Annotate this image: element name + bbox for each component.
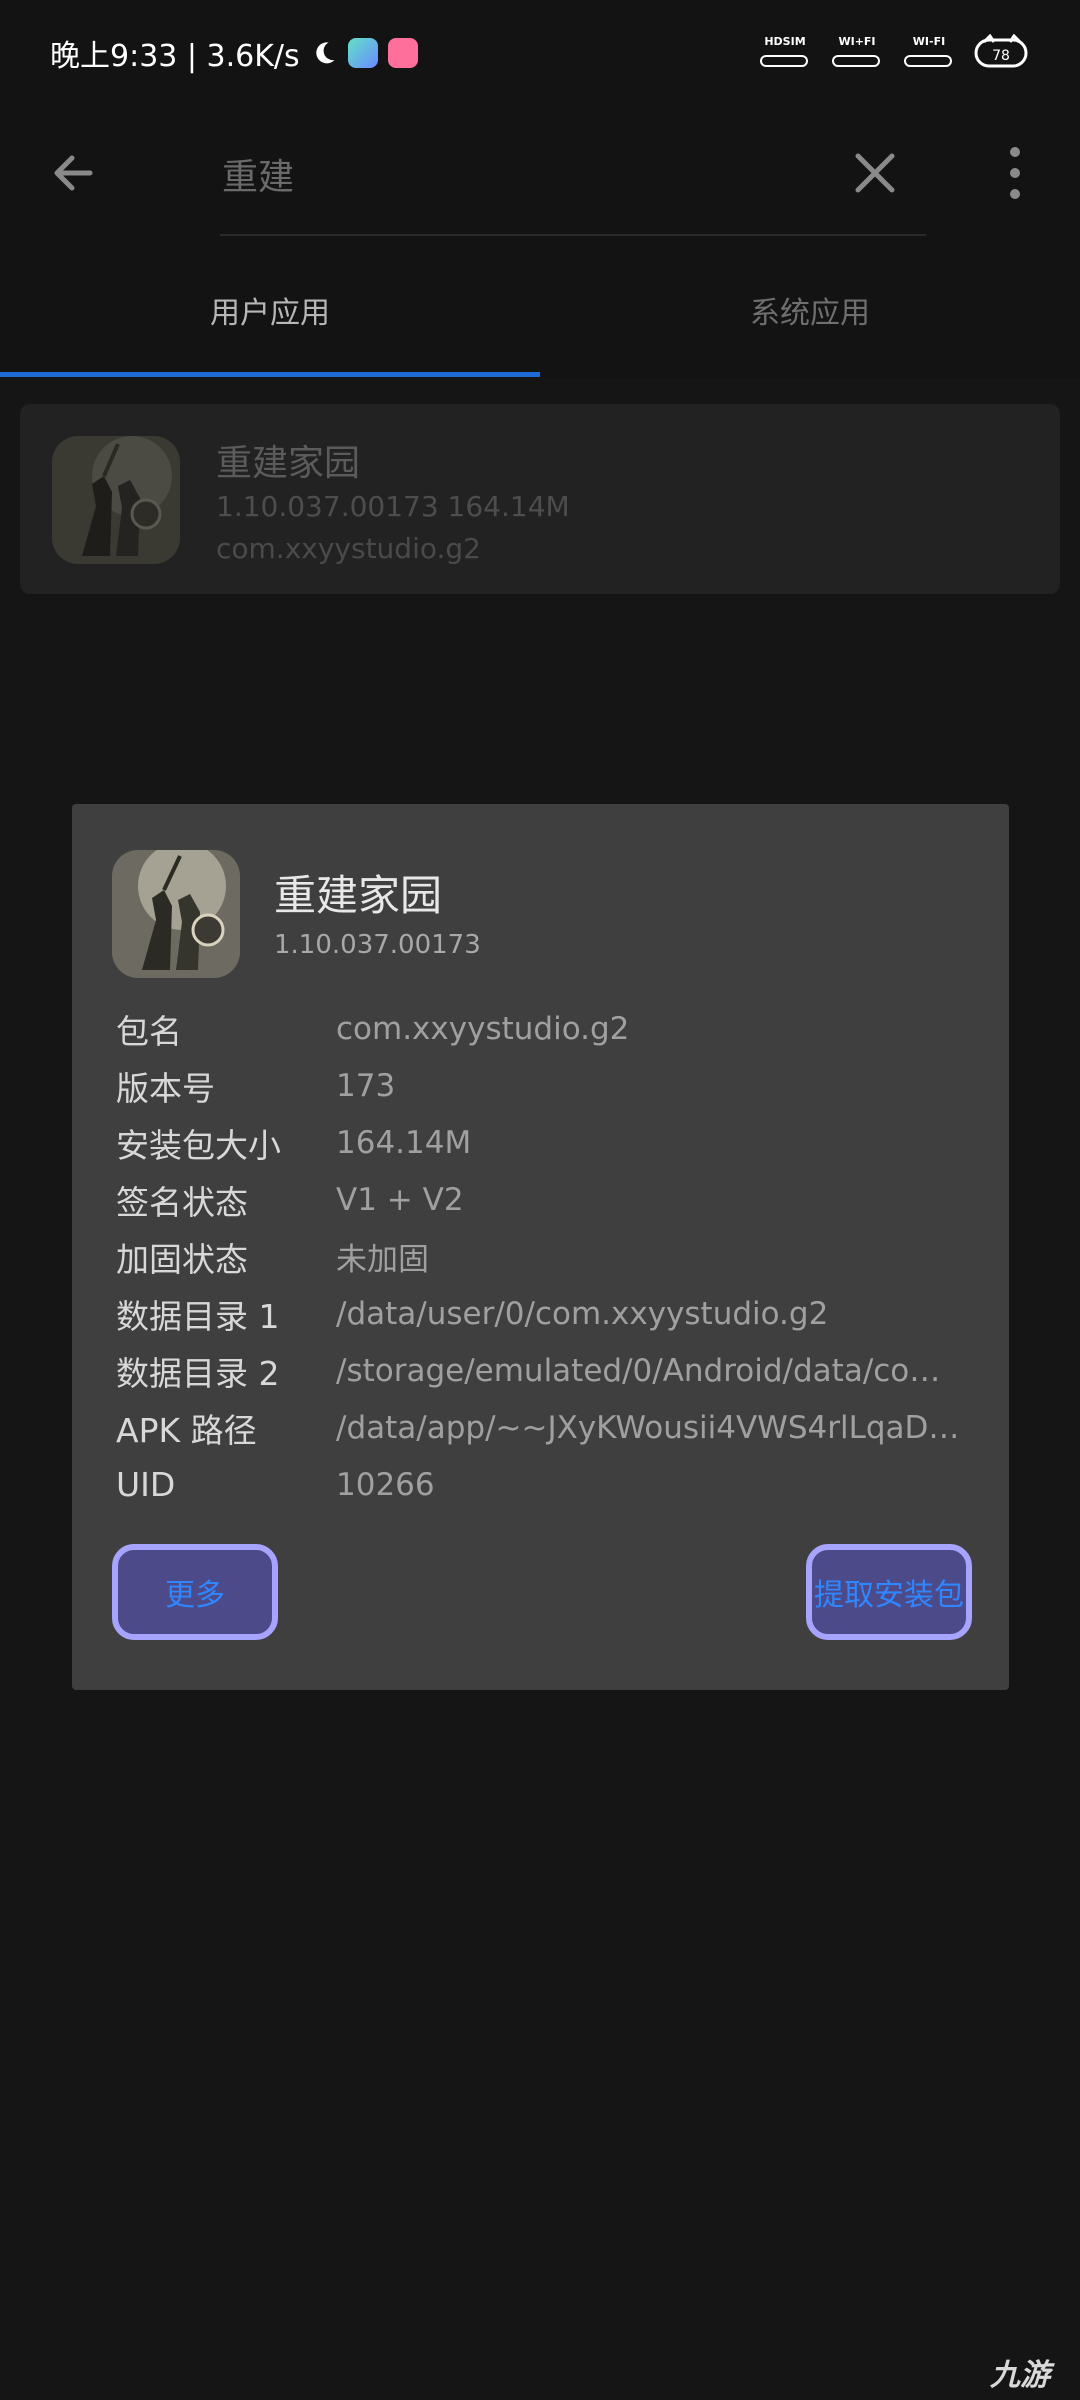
tab-user-apps[interactable]: 用户应用 [0, 250, 540, 370]
close-icon[interactable] [840, 138, 910, 208]
info-rows: 包名 com.xxyystudio.g2 版本号 173 安装包大小 164.1… [116, 1000, 976, 1513]
row-value: 173 [336, 1067, 396, 1104]
app-package: com.xxyystudio.g2 [216, 532, 481, 565]
status-right: HDSIM WI+FI WI-FI 78 [758, 33, 1030, 70]
app-info-dialog: 重建家园 1.10.037.00173 包名 com.xxyystudio.g2… [72, 804, 1009, 1690]
watermark-logo: 九游 [990, 2358, 1050, 2393]
row-label: 数据目录 2 [116, 1353, 280, 1393]
dialog-app-icon [112, 850, 240, 978]
info-row-package: 包名 com.xxyystudio.g2 [116, 1000, 976, 1057]
status-left: 晚上9:33 | 3.6K/s [50, 28, 418, 78]
info-row-apk-path: APK 路径 /data/app/~~JXyKWousii4VWS4rlLqaD… [116, 1399, 976, 1456]
tab-system-apps[interactable]: 系统应用 [540, 250, 1080, 370]
row-label: 包名 [116, 1011, 182, 1051]
row-value: /data/user/0/com.xxyystudio.g2 [336, 1295, 829, 1332]
search-input[interactable] [220, 138, 924, 210]
back-arrow-icon[interactable] [40, 138, 110, 208]
row-label: APK 路径 [116, 1410, 257, 1450]
app-tabs: 用户应用 系统应用 [0, 250, 1080, 377]
row-label: 加固状态 [116, 1239, 248, 1279]
info-row-signature: 签名状态 V1 + V2 [116, 1171, 976, 1228]
extract-apk-button[interactable]: 提取安装包 [806, 1544, 972, 1640]
app-list-item[interactable]: 重建家园 1.10.037.00173 164.14M com.xxyystud… [20, 404, 1060, 594]
row-value: 未加固 [336, 1242, 429, 1278]
info-row-apk-size: 安装包大小 164.14M [116, 1114, 976, 1171]
info-row-uid: UID 10266 [116, 1456, 976, 1513]
moon-icon [315, 42, 335, 64]
row-label: 签名状态 [116, 1182, 248, 1222]
info-row-data-dir-2: 数据目录 2 /storage/emulated/0/Android/data/… [116, 1342, 976, 1399]
info-row-data-dir-1: 数据目录 1 /data/user/0/com.xxyystudio.g2 [116, 1285, 976, 1342]
row-label: UID [116, 1465, 176, 1504]
top-toolbar [0, 108, 1080, 238]
more-button[interactable]: 更多 [112, 1544, 278, 1640]
row-value: 164.14M [336, 1124, 472, 1161]
row-value: V1 + V2 [336, 1181, 464, 1218]
sim-signal-icon: HDSIM [758, 35, 812, 69]
notification-app-icon-2 [387, 38, 418, 68]
row-value: /data/app/~~JXyKWousii4VWS4rlLqaDw== [336, 1409, 966, 1446]
row-label: 安装包大小 [116, 1125, 281, 1165]
app-version-size: 1.10.037.00173 164.14M [216, 490, 570, 523]
app-name: 重建家园 [216, 443, 361, 484]
dialog-version: 1.10.037.00173 [274, 930, 481, 960]
row-label: 版本号 [116, 1068, 215, 1108]
more-vertical-icon[interactable] [990, 138, 1040, 208]
wifi-signal-icon-2: WI-FI [902, 35, 956, 69]
tab-indicator [0, 372, 540, 377]
row-label: 数据目录 1 [116, 1296, 280, 1336]
notification-app-icon [347, 38, 378, 68]
svg-text:78: 78 [992, 48, 1010, 64]
app-icon [52, 436, 180, 564]
row-value: com.xxyystudio.g2 [336, 1010, 630, 1047]
dialog-title: 重建家园 [274, 871, 443, 920]
status-time-speed: 晚上9:33 | 3.6K/s [50, 39, 300, 74]
info-row-hardening: 加固状态 未加固 [116, 1228, 976, 1285]
info-row-version-code: 版本号 173 [116, 1057, 976, 1114]
row-value: 10266 [336, 1466, 435, 1503]
status-bar: 晚上9:33 | 3.6K/s HDSIM WI+FI WI-FI 78 [0, 0, 1080, 108]
search-underline [220, 234, 926, 236]
wifi-signal-icon: WI+FI [830, 35, 884, 69]
battery-icon: 78 [974, 33, 1030, 70]
row-value: /storage/emulated/0/Android/data/com.xxy… [336, 1352, 966, 1389]
